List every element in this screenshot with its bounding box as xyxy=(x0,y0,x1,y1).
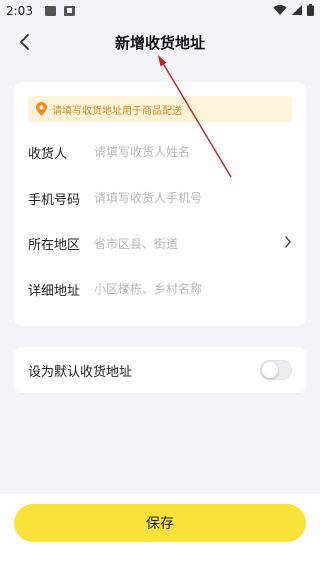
a-notification-icon xyxy=(63,6,75,16)
detail-address-input[interactable] xyxy=(94,282,264,296)
phone-number-label: 手机号码 xyxy=(28,192,81,208)
chevron-right-icon xyxy=(285,236,291,248)
toggle-knob xyxy=(262,362,278,378)
location-pin-icon xyxy=(36,102,47,116)
recipient-name-row: 收货人 xyxy=(28,142,292,162)
region-placeholder: 省市区县、街道 xyxy=(94,236,179,251)
recipient-name-label: 收货人 xyxy=(28,146,68,162)
nav-bar: 新增收货地址 xyxy=(0,22,320,62)
back-button[interactable] xyxy=(12,30,36,54)
page-title: 新增收货地址 xyxy=(114,33,205,52)
battery-icon xyxy=(307,4,314,16)
gallery-notification-icon xyxy=(44,6,56,16)
save-button[interactable]: 保存 xyxy=(14,504,306,542)
footer-bar: 保存 xyxy=(0,494,320,568)
detail-address-row: 详细地址 xyxy=(28,279,292,299)
phone-number-row: 手机号码 xyxy=(28,188,292,208)
chevron-left-icon xyxy=(20,34,29,50)
address-notice: 请填写收货地址用于商品配送 xyxy=(28,96,292,122)
region-label: 所在地区 xyxy=(28,237,81,253)
notice-text: 请填写收货地址用于商品配送 xyxy=(52,105,182,117)
default-address-label: 设为默认收货地址 xyxy=(28,364,133,380)
address-form-card: 请填写收货地址用于商品配送 收货人 手机号码 所在地区 省市区县、街道 详细地址 xyxy=(14,82,306,326)
recipient-name-input[interactable] xyxy=(94,145,264,159)
detail-address-label: 详细地址 xyxy=(28,283,81,299)
status-icons xyxy=(273,4,314,16)
default-address-card: 设为默认收货地址 xyxy=(14,347,306,393)
signal-icon xyxy=(292,5,302,15)
status-bar: 2:03 xyxy=(0,0,320,22)
status-time: 2:03 xyxy=(6,4,33,18)
phone-number-input[interactable] xyxy=(94,191,264,205)
wifi-icon xyxy=(273,5,287,15)
region-row[interactable]: 所在地区 省市区县、街道 xyxy=(28,233,292,253)
default-address-toggle[interactable] xyxy=(260,360,292,380)
